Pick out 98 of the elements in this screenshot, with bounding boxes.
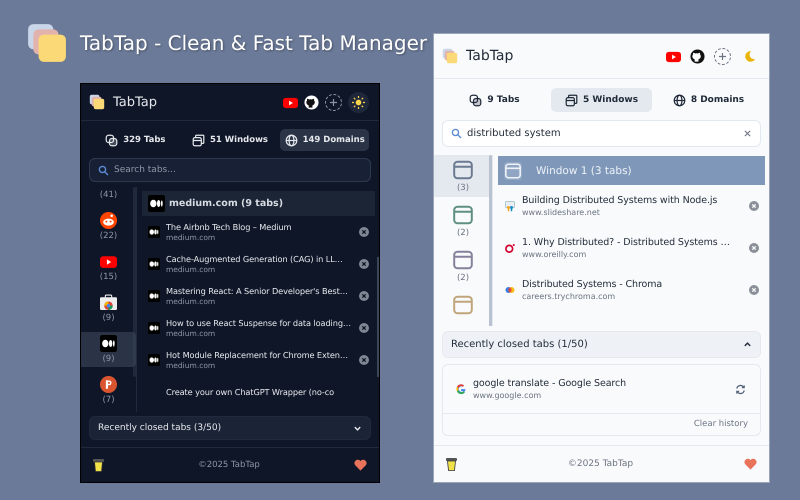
stat-tab[interactable]: 329 Tabs <box>91 129 180 151</box>
sidebar-item[interactable]: (3) <box>434 155 492 197</box>
sidebar-item[interactable]: (15) <box>81 250 136 285</box>
search-field[interactable]: distributed system <box>442 120 761 147</box>
sidebar-item[interactable]: (2) <box>434 245 492 287</box>
stat-tab[interactable]: 149 Domains <box>280 129 370 151</box>
group-title: Window 1 (3 tabs) <box>536 164 632 176</box>
heart-icon[interactable] <box>354 459 367 471</box>
close-icon[interactable] <box>359 355 369 365</box>
site-logo-icon <box>504 200 516 212</box>
tab-url: www.slideshare.net <box>522 208 601 217</box>
site-logo-icon <box>455 383 467 395</box>
tab-title[interactable]: Create your own ChatGPT Wrapper (no-co <box>166 387 369 397</box>
plus-icon <box>719 52 726 60</box>
add-button[interactable] <box>325 94 342 110</box>
site-logo-icon <box>148 290 160 302</box>
sidebar-item[interactable]: (7) <box>81 373 136 408</box>
windows-icon <box>564 94 578 106</box>
scrollbar[interactable] <box>489 155 492 326</box>
tab-url: www.google.com <box>473 391 542 400</box>
stat-tab[interactable]: 8 Domains <box>658 88 759 112</box>
page-title: TabTap - Clean & Fast Tab Manager <box>80 31 428 55</box>
sidebar-item[interactable]: (2) <box>434 200 492 242</box>
chevron-icon <box>353 424 362 432</box>
window-icon <box>504 162 522 180</box>
site-logo-icon <box>504 242 516 254</box>
site-logo-icon <box>148 354 160 366</box>
group-title: medium.com (9 tabs) <box>169 198 284 209</box>
close-icon[interactable] <box>359 259 369 269</box>
globe-icon <box>284 134 298 146</box>
cat-icon[interactable] <box>690 48 705 64</box>
heart-icon[interactable] <box>744 458 757 470</box>
close-icon[interactable] <box>749 201 759 211</box>
stat-tab[interactable]: 5 Windows <box>551 88 652 112</box>
recently-closed-bar[interactable]: Recently closed tabs (3/50) <box>89 416 371 440</box>
add-button[interactable] <box>714 48 731 64</box>
stack-icon <box>469 94 482 106</box>
chevron-icon <box>743 340 752 349</box>
tab-url: www.oreilly.com <box>522 250 588 259</box>
stat-tab[interactable]: 51 Windows <box>186 129 274 151</box>
moon-icon <box>743 50 756 62</box>
app-name: TabTap <box>113 94 158 110</box>
stat-tab[interactable]: 9 Tabs <box>444 88 545 112</box>
logo-icon <box>26 22 68 64</box>
app-name: TabTap <box>466 48 514 64</box>
sidebar-item[interactable]: (9) <box>81 291 136 326</box>
cup-icon[interactable] <box>446 457 457 471</box>
logo-icon <box>442 48 458 64</box>
recently-closed-label: Recently closed tabs (1/50) <box>451 339 588 350</box>
site-logo-icon <box>100 376 117 393</box>
sidebar-item[interactable]: (22) <box>81 209 136 244</box>
site-logo-icon <box>148 322 160 334</box>
restore-icon[interactable] <box>735 384 746 394</box>
theme-toggle-button[interactable] <box>348 92 369 112</box>
search-icon <box>98 164 109 176</box>
site-logo-icon <box>100 212 117 229</box>
site-logo-icon <box>148 258 160 270</box>
sun-icon <box>352 96 365 108</box>
tab-title[interactable]: How to use React Suspense for data loading… <box>166 318 353 328</box>
tab-title[interactable]: The Airbnb Tech Blog – Medium <box>166 222 353 232</box>
recently-closed-bar[interactable]: Recently closed tabs (1/50) <box>442 331 761 358</box>
tab-title[interactable]: Mastering React: A Senior Developer's Best… <box>166 286 353 296</box>
sidebar-item[interactable]: (41) <box>81 187 136 203</box>
clear-icon[interactable] <box>744 130 751 137</box>
site-logo-icon <box>148 226 160 238</box>
sidebar-item[interactable]: (9) <box>81 332 136 367</box>
recently-closed-label: Recently closed tabs (3/50) <box>98 423 222 433</box>
close-icon[interactable] <box>359 323 369 333</box>
closed-tab-title[interactable]: google translate - Google Search <box>473 378 729 389</box>
tab-title[interactable]: Distributed Systems - Chroma <box>522 279 743 290</box>
windows-icon <box>192 134 206 146</box>
close-icon[interactable] <box>749 243 759 253</box>
site-logo-icon <box>504 284 516 296</box>
tab-url: careers.trychroma.com <box>522 292 616 301</box>
copyright: ©2025 TabTap <box>568 459 634 469</box>
site-logo-icon <box>100 294 117 311</box>
copyright: ©2025 TabTap <box>198 460 260 470</box>
logo-icon <box>89 94 105 110</box>
cat-icon[interactable] <box>304 94 319 110</box>
tab-title[interactable]: 1. Why Distributed? - Distributed Systems … <box>522 237 743 248</box>
close-icon[interactable] <box>749 285 759 295</box>
site-logo-icon <box>100 335 117 352</box>
tab-title[interactable]: Cache-Augmented Generation (CAG) in LL… <box>166 254 353 264</box>
tab-title[interactable]: Building Distributed Systems with Node.js <box>522 195 743 206</box>
site-logo-icon <box>148 195 165 212</box>
clear-history-button[interactable]: Clear history <box>692 416 750 432</box>
plus-icon <box>330 98 337 106</box>
search-field[interactable]: Search tabs... <box>89 158 371 182</box>
group-header[interactable]: medium.com (9 tabs) <box>142 191 375 216</box>
cup-icon[interactable] <box>93 458 104 472</box>
close-icon[interactable] <box>359 291 369 301</box>
stack-icon <box>105 134 118 146</box>
scrollbar[interactable] <box>377 257 379 377</box>
search-icon <box>451 128 462 139</box>
tab-title[interactable]: Hot Module Replacement for Chrome Exten… <box>166 350 353 360</box>
close-icon[interactable] <box>359 227 369 237</box>
globe-icon <box>672 94 686 106</box>
site-logo-icon <box>100 253 117 270</box>
